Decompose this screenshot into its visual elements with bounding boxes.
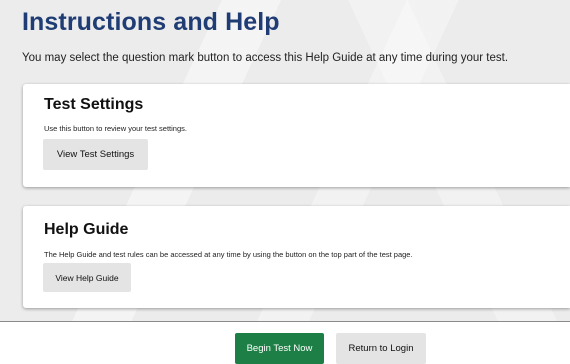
return-to-login-button[interactable]: Return to Login [336, 333, 426, 364]
instructions-page: Instructions and Help You may select the… [0, 0, 570, 364]
help-guide-description: The Help Guide and test rules can be acc… [44, 250, 413, 259]
test-settings-card: Test Settings Use this button to review … [23, 84, 570, 187]
test-settings-title: Test Settings [44, 96, 144, 113]
help-guide-title: Help Guide [44, 221, 129, 238]
page-subtitle: You may select the question mark button … [22, 52, 509, 64]
view-test-settings-button[interactable]: View Test Settings [43, 139, 148, 170]
view-help-guide-button[interactable]: View Help Guide [43, 263, 131, 292]
begin-test-button[interactable]: Begin Test Now [235, 333, 324, 364]
page-title: Instructions and Help [22, 8, 280, 36]
help-guide-card: Help Guide The Help Guide and test rules… [23, 206, 570, 308]
test-settings-description: Use this button to review your test sett… [44, 124, 187, 133]
